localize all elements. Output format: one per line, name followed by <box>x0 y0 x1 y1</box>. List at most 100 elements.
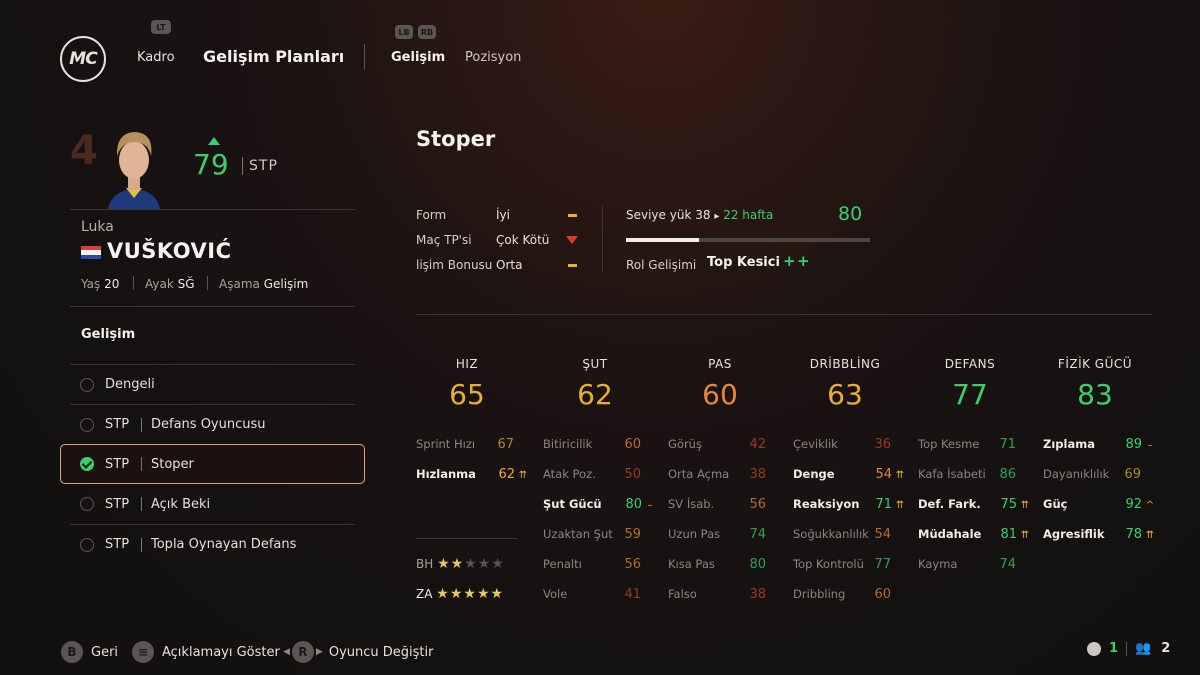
subtab-development[interactable]: Gelişim <box>391 50 445 65</box>
category-value: 60 <box>702 378 738 411</box>
attribute-value: 54 ⇈ <box>875 467 905 482</box>
attribute-row: Orta Açma 38 <box>668 467 766 482</box>
attribute-name: Sprint Hızı <box>416 437 476 451</box>
development-section-title: Gelişim <box>81 327 136 342</box>
star-icon: ★ <box>490 586 505 602</box>
neutral-dash-icon <box>568 264 577 267</box>
attribute-value: 38 <box>749 587 766 602</box>
down-arrow-icon <box>566 236 578 244</box>
star-icon: ★ <box>476 586 491 602</box>
attribute-name: Falso <box>668 587 697 601</box>
attribute-row: Şut Gücü 80– <box>543 497 655 512</box>
attribute-name: Reaksiyon <box>793 497 860 511</box>
attribute-row: Vole 41 <box>543 587 641 602</box>
role-development-label: Rol Gelişimi <box>626 258 697 272</box>
attribute-row: Dayanıklılık 69 <box>1043 467 1141 482</box>
overall-rating: 79 <box>193 148 229 181</box>
attribute-value: 89– <box>1125 437 1155 452</box>
radio-icon <box>80 537 94 552</box>
attribute-value: 74 <box>749 527 766 542</box>
attribute-row: Uzun Pas 74 <box>668 527 766 542</box>
trend-icon: ⇈ <box>895 500 905 511</box>
meta-divider <box>133 276 134 290</box>
category-value: 62 <box>577 378 613 411</box>
attribute-name: Agresiflik <box>1043 527 1105 541</box>
plan-position: STP <box>105 456 130 472</box>
trend-icon: ⇈ <box>518 470 528 481</box>
plan-option-defender[interactable]: STP Defans Oyuncusu <box>70 404 355 444</box>
attribute-row: Bitiricilik 60 <box>543 437 641 452</box>
subtab-position[interactable]: Pozisyon <box>465 50 521 65</box>
change-player-button[interactable]: ◀ R ▶ Oyuncu Değiştir <box>283 641 433 663</box>
attribute-value: 67 <box>497 437 514 452</box>
tab-development-plans[interactable]: Gelişim Planları <box>203 47 344 66</box>
player-position: STP <box>249 158 278 174</box>
attribute-value: 77 <box>874 557 891 572</box>
rating-divider <box>242 157 243 175</box>
age-info: Yaş 20 <box>81 277 120 291</box>
trend-icon: – <box>647 500 653 511</box>
attribute-value: 59 <box>624 527 641 542</box>
trend-icon: ⇈ <box>1145 530 1155 541</box>
player-portrait <box>104 126 164 210</box>
r-button-icon: R <box>291 641 314 663</box>
target-rating: 80 <box>838 203 863 225</box>
croatia-flag-icon <box>81 246 101 259</box>
match-rating-row: Maç TP'si Çok Kötü <box>416 233 586 247</box>
divider <box>416 314 1152 315</box>
plan-option-stopper[interactable]: STP Stoper <box>60 444 365 484</box>
attribute-value: 38 <box>749 467 766 482</box>
attribute-value: 92 ^ <box>1125 497 1155 512</box>
divider <box>602 206 603 272</box>
attribute-row: Uzaktan Şut 59 <box>543 527 641 542</box>
level-progress-fill <box>626 238 700 242</box>
show-description-button[interactable]: ≡ Açıklamayı Göster <box>132 641 280 663</box>
attribute-name: Uzaktan Şut <box>543 527 613 541</box>
attribute-row: Güç 92 ^ <box>1043 497 1155 512</box>
plan-option-balanced[interactable]: Dengeli <box>70 364 355 404</box>
attribute-value: 78 ⇈ <box>1125 527 1155 542</box>
controller-icon <box>1087 641 1101 656</box>
skill-moves-stars: ★★★★★ <box>436 586 504 602</box>
attribute-name: Penaltı <box>543 557 582 571</box>
attribute-name: Kafa İsabeti <box>918 467 986 481</box>
weak-foot-stars: ★★★★★ <box>437 556 505 572</box>
attribute-value: 36 <box>874 437 891 452</box>
category-header: ŞUT <box>582 357 608 371</box>
category-header: FİZİK GÜCÜ <box>1057 357 1133 371</box>
rating-up-arrow-icon <box>208 137 220 145</box>
attribute-value: 42 <box>749 437 766 452</box>
attribute-name: Görüş <box>668 437 702 451</box>
meta-divider <box>207 276 208 290</box>
attribute-row: Reaksiyon 71 ⇈ <box>793 497 905 512</box>
player-last-name: VUŠKOVIĆ <box>107 239 232 263</box>
attribute-row: Görüş 42 <box>668 437 766 452</box>
neutral-dash-icon <box>568 214 577 217</box>
star-icon: ★ <box>491 556 505 572</box>
check-circle-icon <box>80 457 94 471</box>
attribute-row: Falso 38 <box>668 587 766 602</box>
header-divider <box>364 44 365 70</box>
form-row: Form İyi <box>416 208 586 222</box>
plan-label: Dengeli <box>105 377 155 392</box>
attribute-value: 71 ⇈ <box>875 497 905 512</box>
divider <box>70 209 355 210</box>
attribute-row: Çeviklik 36 <box>793 437 891 452</box>
attribute-row: Top Kontrolü 77 <box>793 557 891 572</box>
attribute-row: Atak Poz. 50 <box>543 467 641 482</box>
category-value: 65 <box>449 378 485 411</box>
attribute-name: Hızlanma <box>416 467 476 481</box>
attribute-row: Hızlanma 62 ⇈ <box>416 467 528 482</box>
mc-logo: MC <box>60 36 106 82</box>
skill-moves-row: ZA ★★★★★ <box>416 586 505 602</box>
tab-squad[interactable]: Kadro <box>137 50 175 65</box>
divider <box>70 306 355 307</box>
star-icon: ★ <box>477 556 492 572</box>
plan-label: Topla Oynayan Defans <box>151 537 297 552</box>
attribute-value: 81 ⇈ <box>1000 527 1030 542</box>
foot-info: Ayak SĞ <box>145 277 195 291</box>
back-button[interactable]: B Geri <box>61 641 118 663</box>
category-value: 83 <box>1077 378 1113 411</box>
plan-option-wide-back[interactable]: STP Açık Beki <box>70 484 355 524</box>
plan-option-ball-playing-defender[interactable]: STP Topla Oynayan Defans <box>70 524 355 564</box>
